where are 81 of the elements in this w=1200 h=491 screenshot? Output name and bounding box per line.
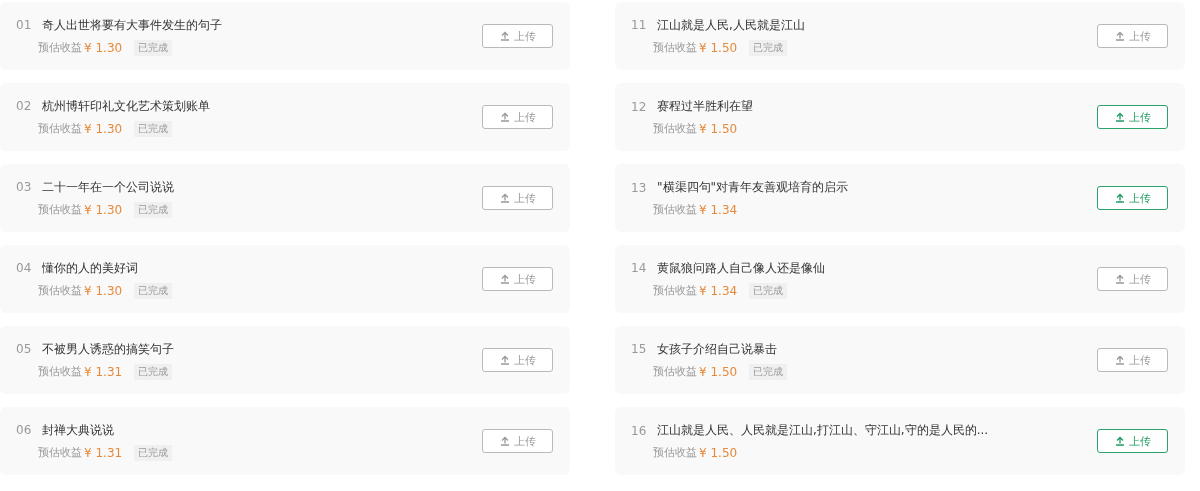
task-title: 不被男人诱惑的搞笑句子 [42,340,174,358]
task-title: 封禅大典说说 [42,421,114,439]
upload-icon [499,436,510,446]
price: ¥ 1.34 [699,283,738,298]
task-number: 15 [631,342,648,356]
upload-icon [1114,31,1125,41]
earnings-label: 预估收益 [653,364,697,379]
earnings-label: 预估收益 [38,283,82,298]
upload-button[interactable]: 上传 [482,186,553,210]
earnings-label: 预估收益 [38,445,82,460]
task-title: 女孩子介绍自己说暴击 [657,340,777,358]
price: ¥ 1.31 [84,364,123,379]
upload-icon [1114,355,1125,365]
earnings-label: 预估收益 [38,202,82,217]
price: ¥ 1.31 [84,445,123,460]
upload-button[interactable]: 上传 [482,105,553,129]
task-title: 杭州博轩印礼文化艺术策划账单 [42,97,210,115]
earnings-label: 预估收益 [653,121,697,136]
upload-button[interactable]: 上传 [482,429,553,453]
upload-icon [499,355,510,365]
status-tag: 已完成 [134,444,173,461]
upload-icon [1114,436,1125,446]
task-title: 黄鼠狼问路人自己像人还是像仙 [657,259,825,277]
task-title: 江山就是人民、人民就是江山,打江山、守江山,守的是人民的... [657,422,989,439]
price: ¥ 1.50 [699,40,738,55]
task-number: 16 [631,423,648,438]
task-title: 江山就是人民,人民就是江山 [657,16,805,34]
earnings-label: 预估收益 [653,283,697,298]
upload-icon [499,274,510,284]
earnings-label: 预估收益 [38,364,82,379]
earnings-label: 预估收益 [38,40,82,55]
task-number: 11 [631,18,648,32]
earnings-label: 预估收益 [653,202,697,217]
status-tag: 已完成 [134,120,173,137]
price: ¥ 1.30 [84,121,123,136]
task-title: 奇人出世将要有大事件发生的句子 [42,16,222,34]
price: ¥ 1.34 [699,202,738,217]
task-title: 懂你的人的美好词 [42,259,138,277]
task-number: 01 [16,18,33,32]
upload-icon [499,31,510,41]
status-tag: 已完成 [749,282,788,299]
upload-icon [499,112,510,122]
upload-button[interactable]: 上传 [482,24,553,48]
upload-button[interactable]: 上传 [1097,105,1168,129]
task-number: 06 [16,423,33,437]
status-tag: 已完成 [134,282,173,299]
status-tag: 已完成 [749,39,788,56]
status-tag: 已完成 [749,363,788,380]
price: ¥ 1.30 [84,283,123,298]
upload-button[interactable]: 上传 [1097,186,1168,210]
price: ¥ 1.50 [699,364,738,379]
task-number: 02 [16,99,33,113]
upload-icon [499,193,510,203]
price: ¥ 1.50 [699,445,738,460]
task-number: 05 [16,342,33,356]
task-number: 14 [631,261,648,275]
status-tag: 已完成 [134,39,173,56]
task-title: 赛程过半胜利在望 [657,98,753,115]
upload-button[interactable]: 上传 [482,348,553,372]
task-title: 二十一年在一个公司说说 [42,178,174,196]
upload-icon [1114,274,1125,284]
earnings-label: 预估收益 [653,445,697,460]
price: ¥ 1.50 [699,121,738,136]
earnings-label: 预估收益 [38,121,82,136]
task-number: 04 [16,261,33,275]
upload-button[interactable]: 上传 [1097,267,1168,291]
price: ¥ 1.30 [84,40,123,55]
upload-button[interactable]: 上传 [482,267,553,291]
earnings-label: 预估收益 [653,40,697,55]
task-title: "横渠四句"对青年友善观培育的启示 [657,179,849,196]
upload-button[interactable]: 上传 [1097,429,1168,453]
price: ¥ 1.30 [84,202,123,217]
task-number: 13 [631,180,648,195]
upload-icon [1114,112,1125,122]
task-number: 12 [631,99,648,114]
status-tag: 已完成 [134,363,173,380]
task-number: 03 [16,180,33,194]
upload-button[interactable]: 上传 [1097,24,1168,48]
status-tag: 已完成 [134,201,173,218]
upload-icon [1114,193,1125,203]
upload-button[interactable]: 上传 [1097,348,1168,372]
